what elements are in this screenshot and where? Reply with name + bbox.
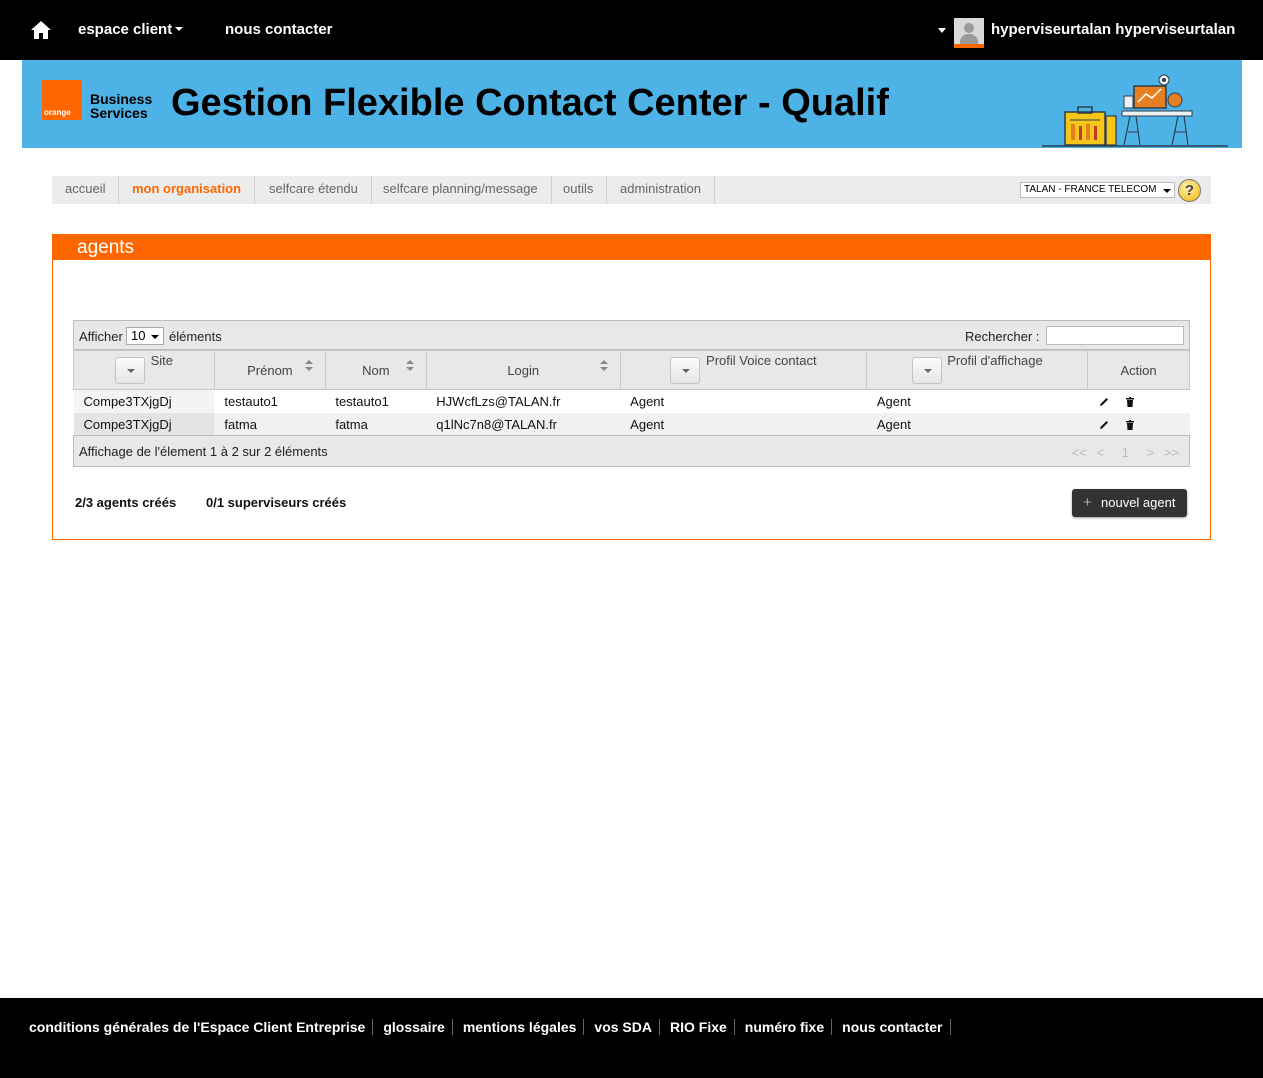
edit-icon[interactable] (1098, 396, 1110, 408)
home-icon[interactable] (30, 20, 52, 40)
espace-client-menu[interactable]: espace client (78, 21, 184, 38)
footer-link-rio[interactable]: RIO Fixe (660, 1019, 735, 1035)
plus-icon: + (1083, 494, 1092, 511)
page-number-button[interactable]: 1 (1122, 445, 1129, 460)
cell-login: HJWcfLzs@TALAN.fr (426, 389, 621, 413)
organization-select-value: TALAN - FRANCE TELECOM (1024, 184, 1157, 195)
cell-profil-affichage: Agent (866, 412, 1088, 436)
first-page-button[interactable]: << (1072, 445, 1087, 460)
prev-page-button[interactable]: < (1097, 445, 1105, 460)
cell-prenom: testauto1 (214, 389, 326, 413)
table-row[interactable]: Compe3TXjgDj fatma fatma q1lNc7n8@TALAN.… (73, 412, 1190, 436)
header-banner: orange Business Services Gestion Flexibl… (22, 60, 1242, 148)
footer-links: conditions générales de l'Espace Client … (29, 1019, 951, 1037)
espace-client-label: espace client (78, 21, 173, 38)
organization-select[interactable]: TALAN - FRANCE TELECOM (1020, 182, 1175, 198)
top-bar: espace client nous contacter hyperviseur… (0, 0, 1263, 60)
pagination: << < 1 > >> (1066, 445, 1179, 460)
cell-nom: testauto1 (325, 389, 427, 413)
chevron-down-icon (175, 26, 184, 31)
main-nav: accueil mon organisation selfcare étendu… (52, 176, 1211, 204)
chevron-down-icon (151, 335, 159, 339)
search-label: Rechercher : (965, 329, 1040, 344)
table-row[interactable]: Compe3TXjgDj testauto1 testauto1 HJWcfLz… (73, 389, 1190, 413)
tab-administration[interactable]: administration (607, 176, 715, 204)
orange-logo: orange (42, 80, 82, 120)
tab-outils[interactable]: outils (550, 176, 608, 204)
cell-site: Compe3TXjgDj (73, 389, 215, 413)
cell-prenom: fatma (214, 412, 326, 436)
delete-icon[interactable] (1124, 419, 1136, 431)
tab-selfcare-planning[interactable]: selfcare planning/message (370, 176, 552, 204)
last-page-button[interactable]: >> (1164, 445, 1179, 460)
nous-contacter-link[interactable]: nous contacter (225, 21, 333, 38)
column-login[interactable]: Login (425, 350, 621, 390)
column-profil-affichage[interactable]: Profil d'affichage (866, 350, 1089, 390)
filter-dropdown-icon[interactable] (911, 356, 942, 384)
footer-link-glossaire[interactable]: glossaire (373, 1019, 453, 1035)
table-info: Affichage de l'élement 1 à 2 sur 2 éléme… (79, 444, 328, 459)
sort-icon (405, 360, 414, 372)
cell-action (1087, 412, 1190, 436)
sort-icon (304, 360, 313, 372)
cell-site: Compe3TXjgDj (73, 412, 215, 436)
tab-accueil[interactable]: accueil (52, 176, 120, 204)
elements-label: éléments (169, 329, 222, 344)
footer-link-conditions[interactable]: conditions générales de l'Espace Client … (29, 1019, 374, 1035)
filter-dropdown-icon[interactable] (114, 356, 145, 384)
new-agent-button[interactable]: + nouvel agent (1072, 489, 1187, 517)
cell-profil-voice: Agent (620, 389, 867, 413)
panel-header: agents (53, 235, 1210, 260)
table-header-row: Site Prénom Nom Login Profil Voice conta… (73, 350, 1190, 390)
cell-nom: fatma (325, 412, 427, 436)
search-input[interactable] (1046, 326, 1184, 345)
column-prenom[interactable]: Prénom (213, 350, 326, 390)
footer-link-contact[interactable]: nous contacter (832, 1019, 951, 1035)
column-nom[interactable]: Nom (324, 350, 427, 390)
user-menu-caret-icon[interactable] (938, 28, 946, 33)
next-page-button[interactable]: > (1147, 445, 1155, 460)
avatar[interactable] (954, 18, 984, 48)
cell-profil-affichage: Agent (866, 389, 1088, 413)
sort-icon (599, 360, 608, 372)
column-profil-voice[interactable]: Profil Voice contact (619, 350, 868, 390)
column-action: Action (1087, 350, 1190, 390)
table-toolbar: Afficher 10 éléments Rechercher : (73, 320, 1190, 350)
user-name[interactable]: hyperviseurtalan hyperviseurtalan (991, 21, 1235, 38)
chevron-down-icon (1163, 189, 1171, 193)
footer-link-sda[interactable]: vos SDA (584, 1019, 660, 1035)
page-length-select[interactable]: 10 (126, 327, 164, 345)
filter-dropdown-icon[interactable] (670, 356, 701, 384)
agents-count: 2/3 agents créés (75, 495, 177, 510)
delete-icon[interactable] (1124, 396, 1136, 408)
page-length-value: 10 (131, 328, 146, 343)
new-agent-label: nouvel agent (1101, 495, 1176, 510)
cell-action (1087, 389, 1190, 413)
panel-title: agents (77, 237, 135, 258)
column-site[interactable]: Site (73, 350, 215, 390)
tab-mon-organisation[interactable]: mon organisation (119, 176, 256, 204)
table-footer: Affichage de l'élement 1 à 2 sur 2 éléme… (73, 435, 1190, 467)
business-services-logo: Business Services (90, 91, 153, 121)
footer: conditions générales de l'Espace Client … (0, 998, 1263, 1078)
tab-selfcare-etendu[interactable]: selfcare étendu (256, 176, 372, 204)
help-icon[interactable]: ? (1178, 179, 1201, 202)
agents-table: Site Prénom Nom Login Profil Voice conta… (73, 350, 1190, 436)
supervisors-count: 0/1 superviseurs créés (206, 495, 347, 510)
footer-link-mentions[interactable]: mentions légales (453, 1019, 585, 1035)
footer-link-numero-fixe[interactable]: numéro fixe (735, 1019, 833, 1035)
cell-login: q1lNc7n8@TALAN.fr (426, 412, 621, 436)
office-illustration-icon (1042, 74, 1228, 147)
edit-icon[interactable] (1098, 419, 1110, 431)
cell-profil-voice: Agent (620, 412, 867, 436)
show-label: Afficher (79, 329, 123, 344)
page-title: Gestion Flexible Contact Center - Qualif (171, 82, 889, 124)
